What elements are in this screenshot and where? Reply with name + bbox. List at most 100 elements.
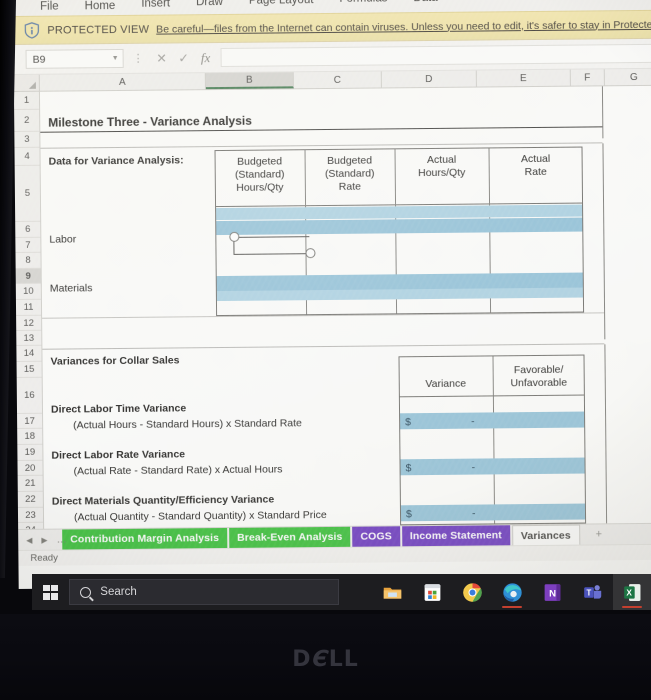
sheet-tab-variances[interactable]: Variances [511,524,580,546]
variance-row-1-formula: (Actual Hours - Standard Hours) x Standa… [73,417,302,432]
sheet-tab-break-even-analysis[interactable]: Break-Even Analysis [228,526,351,548]
row-header-18[interactable]: 18 [17,428,43,445]
shape-handle-start[interactable] [229,231,240,242]
row-header-20[interactable]: 20 [17,460,43,476]
cancel-entry-icon[interactable]: ✕ [151,50,173,66]
taskbar-icon-microsoft-teams[interactable]: T [573,574,611,610]
data-header-actual-rate-l2: Rate [524,165,547,179]
row-header-5[interactable]: 5 [14,165,41,222]
insert-function-icon[interactable]: fx [195,50,217,66]
row-header-13[interactable]: 13 [16,330,42,346]
variance-header-fav-unfav-l1: Favorable/ [513,363,564,377]
sheet-tab-cogs[interactable]: COGS [352,526,400,547]
row-header-14[interactable]: 14 [16,345,42,362]
section-separator-mid [42,343,605,350]
row-header-6[interactable]: 6 [15,221,41,238]
variance-row-2-currency: $ [405,462,412,475]
row-header-1[interactable]: 1 [13,91,40,110]
name-box[interactable]: B9 ▼ [25,48,124,69]
column-header-c[interactable]: C [293,71,382,89]
data-header-budgeted-hours-l3: Hours/Qty [236,181,284,194]
grid-edge-line-mid [602,143,606,340]
taskbar-search-box[interactable]: Search [69,579,339,605]
row-header-2[interactable]: 2 [14,109,40,132]
taskbar-icon-microsoft-store[interactable] [413,574,451,610]
data-section-label: Data for Variance Analysis: [48,154,184,168]
column-header-g[interactable]: G [604,68,651,86]
protected-view-message[interactable]: Be careful—files from the Internet can c… [156,18,651,35]
column-header-b[interactable]: B [205,72,294,90]
taskbar-app-icons: N T X [373,574,651,610]
data-header-budgeted-hours-l1: Budgeted [237,155,283,168]
add-sheet-icon[interactable]: + [588,524,610,544]
variance-row-1-value: - [471,415,475,428]
search-placeholder: Search [100,586,137,598]
row-header-3[interactable]: 3 [14,131,40,148]
sheet-nav-next-icon[interactable]: ▶ [41,535,47,544]
data-header-budgeted-hours-l2: (Standard) [234,168,285,181]
data-header-actual-hours: Actual Hours/Qty [397,153,487,180]
variance-row-1-input-band[interactable] [400,411,585,430]
shape-handle-end[interactable] [305,248,316,259]
column-header-f[interactable]: F [570,69,605,86]
taskbar-icon-onenote[interactable]: N [533,574,571,610]
excel-window: File Home Insert Draw Page Layout Formul… [13,0,651,589]
ribbon-tab-draw[interactable]: Draw [183,0,236,11]
row-header-19[interactable]: 19 [17,444,43,461]
sheet-nav-more-icon[interactable]: … [56,534,66,545]
variance-row-3-formula: (Actual Quantity - Standard Quantity) x … [73,509,327,524]
ribbon-tab-insert[interactable]: Insert [128,0,183,13]
sheet-nav-prev-icon[interactable]: ◀ [26,535,32,544]
row-header-12[interactable]: 12 [16,315,42,331]
ribbon-tab-formulas[interactable]: Formulas [326,0,400,8]
worksheet-grid: 1 2 3 4 5 6 7 8 9 10 11 12 13 14 15 16 1… [13,85,651,539]
taskbar-icon-file-explorer[interactable] [373,574,411,610]
start-button[interactable] [32,584,69,600]
row-header-4[interactable]: 4 [14,147,40,166]
row-header-21[interactable]: 21 [17,475,43,492]
data-header-budgeted-hours: Budgeted (Standard) Hours/Qty [217,155,303,195]
variance-row-2-input-band[interactable] [400,457,585,476]
ribbon-tab-home[interactable]: Home [72,0,129,15]
windows-taskbar: Search N T X [32,574,651,610]
data-header-actual-hours-l1: Actual [426,153,457,167]
sheet-tab-contribution-margin-analysis[interactable]: Contribution Margin Analysis [62,527,228,550]
variance-row-2-formula: (Actual Rate - Standard Rate) x Actual H… [73,463,283,478]
row-header-9[interactable]: 9 [15,268,41,284]
variance-header-fav-unfav-l2: Unfavorable [510,376,568,390]
data-header-budgeted-rate-l3: Rate [338,180,362,193]
row-header-22[interactable]: 22 [17,491,43,508]
ribbon-tab-file[interactable]: File [27,0,72,15]
variance-row-3-input-band[interactable] [400,503,586,522]
taskbar-icon-google-chrome[interactable] [453,574,491,610]
confirm-entry-icon[interactable]: ✓ [173,50,195,65]
row-header-17[interactable]: 17 [17,413,43,429]
column-header-e[interactable]: E [476,69,571,87]
variance-row-3-value: - [471,507,476,520]
row-header-16[interactable]: 16 [16,377,43,414]
data-header-budgeted-rate-l2: (Standard) [324,167,375,181]
row-header-23[interactable]: 23 [17,507,44,523]
sheet-tab-income-statement[interactable]: Income Statement [401,525,510,547]
formula-input[interactable] [220,43,651,68]
column-header-a[interactable]: A [39,73,206,91]
column-header-d[interactable]: D [381,70,477,88]
chevron-down-icon[interactable]: ▼ [112,55,119,62]
taskbar-icon-microsoft-excel[interactable]: X [613,574,651,610]
row-header-8[interactable]: 8 [15,252,41,269]
name-box-value: B9 [32,53,46,66]
row-header-11[interactable]: 11 [15,299,42,316]
status-text: Ready [30,552,58,564]
taskbar-icon-microsoft-edge[interactable] [493,574,531,610]
row-header-7[interactable]: 7 [15,237,41,253]
ribbon-tab-data[interactable]: Data [400,0,450,7]
sheet-surface[interactable]: Milestone Three - Variance Analysis Data… [39,85,651,529]
ribbon-tab-page-layout[interactable]: Page Layout [236,0,327,10]
row-header-10[interactable]: 10 [15,283,41,300]
row-header-15[interactable]: 15 [16,361,42,378]
variance-header-variance-l1: Variance [425,377,467,391]
variance-header-fav-unfav: Favorable/ Unfavorable [495,364,583,391]
select-all-corner[interactable] [13,74,40,91]
formula-bar-grip: ⋮ [132,52,144,65]
variance-header-variance: Variance [401,377,491,391]
